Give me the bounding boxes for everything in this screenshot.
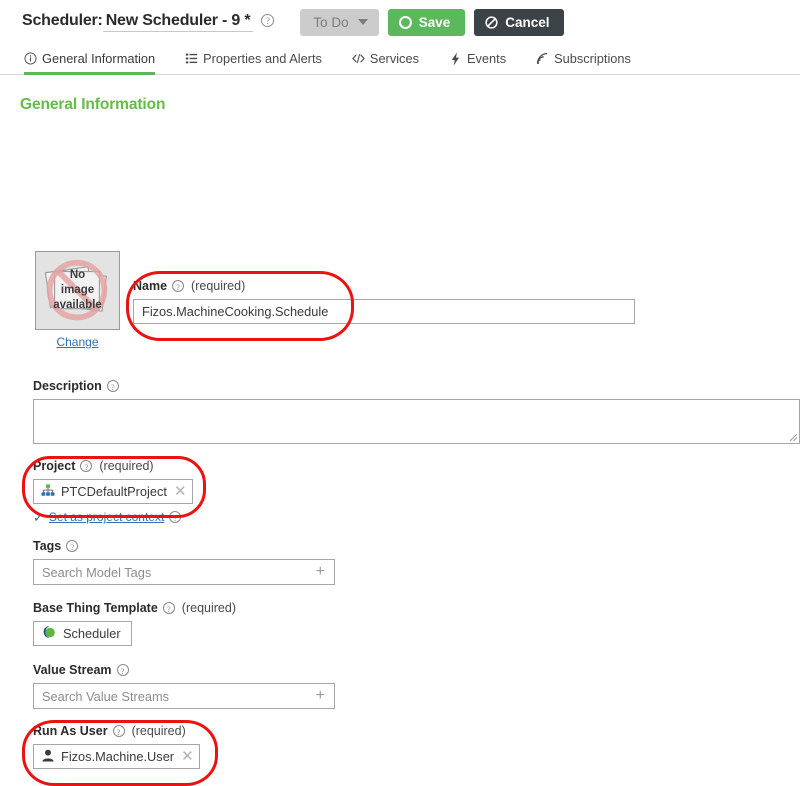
title-entity-type: Scheduler: bbox=[22, 12, 103, 29]
tab-label: Properties and Alerts bbox=[203, 51, 322, 66]
no-image-label: No image available bbox=[36, 252, 119, 329]
save-button-label: Save bbox=[418, 14, 451, 30]
remove-project-icon[interactable]: ✕ bbox=[174, 484, 187, 499]
entity-image-block: No image available Change bbox=[35, 251, 120, 349]
title-entity-name-field[interactable]: New Scheduler - 9 * bbox=[102, 12, 254, 32]
cancel-button[interactable]: Cancel bbox=[474, 8, 564, 36]
help-icon[interactable]: ? bbox=[169, 511, 182, 523]
project-chip[interactable]: PTCDefaultProject ✕ bbox=[33, 479, 193, 504]
project-chip-value: PTCDefaultProject bbox=[61, 484, 167, 499]
add-tag-icon[interactable]: + bbox=[316, 564, 325, 580]
field-project: Project ? (required) PTCDefaultProject ✕… bbox=[33, 459, 193, 524]
field-name: Name ? (required) Fizos.MachineCooking.S… bbox=[133, 279, 635, 324]
scheduler-icon bbox=[41, 625, 57, 642]
field-base-thing-template-label: Base Thing Template ? (required) bbox=[33, 601, 236, 615]
status-dropdown-button[interactable]: To Do bbox=[300, 8, 379, 36]
help-icon[interactable]: ? bbox=[116, 664, 129, 676]
status-dropdown-label: To Do bbox=[313, 14, 349, 30]
field-value-stream-label-text: Value Stream bbox=[33, 663, 112, 677]
field-run-as-user: Run As User ? (required) Fizos.Machine.U… bbox=[33, 724, 200, 769]
field-value-stream: Value Stream ? Search Value Streams + bbox=[33, 663, 335, 709]
code-icon bbox=[352, 52, 365, 65]
field-description-label-text: Description bbox=[33, 379, 102, 393]
tab-bar: General Information Properties and Alert… bbox=[0, 44, 800, 75]
help-icon[interactable]: ? bbox=[162, 602, 175, 614]
no-image-line-3: available bbox=[53, 299, 102, 311]
rss-icon bbox=[536, 52, 549, 65]
tab-label: General Information bbox=[42, 51, 156, 66]
field-project-required: (required) bbox=[99, 459, 154, 473]
tags-search-input[interactable]: Search Model Tags + bbox=[33, 559, 335, 585]
field-name-label: Name ? (required) bbox=[133, 279, 635, 293]
value-stream-search-input[interactable]: Search Value Streams + bbox=[33, 683, 335, 709]
base-thing-template-chip[interactable]: Scheduler bbox=[33, 621, 132, 646]
field-name-label-text: Name bbox=[133, 279, 168, 293]
field-base-thing-template-label-text: Base Thing Template bbox=[33, 601, 158, 615]
section-title: General Information bbox=[20, 96, 166, 113]
save-button[interactable]: Save bbox=[387, 8, 466, 36]
resize-handle-icon[interactable] bbox=[789, 433, 798, 442]
chevron-down-icon bbox=[357, 19, 368, 25]
tab-services[interactable]: Services bbox=[352, 51, 419, 74]
tab-label: Services bbox=[369, 51, 419, 66]
info-circle-icon bbox=[24, 52, 37, 65]
help-icon[interactable]: ? bbox=[80, 460, 93, 472]
ban-icon bbox=[485, 15, 498, 29]
help-icon[interactable]: ? bbox=[172, 280, 185, 292]
add-value-stream-icon[interactable]: + bbox=[316, 688, 325, 704]
field-project-label-text: Project bbox=[33, 459, 76, 473]
user-icon bbox=[41, 749, 55, 765]
tab-subscriptions[interactable]: Subscriptions bbox=[536, 51, 631, 74]
tab-label: Subscriptions bbox=[554, 51, 631, 66]
tab-properties-and-alerts[interactable]: Properties and Alerts bbox=[185, 51, 322, 74]
no-image-thumbnail: No image available bbox=[35, 251, 120, 330]
change-image-link[interactable]: Change bbox=[35, 335, 120, 349]
help-icon[interactable]: ? bbox=[66, 540, 79, 552]
header-actions: To Do Save Cancel bbox=[300, 8, 564, 36]
base-thing-template-value: Scheduler bbox=[63, 626, 121, 641]
field-description-label: Description ? bbox=[33, 379, 800, 393]
help-icon[interactable]: ? bbox=[106, 380, 119, 392]
set-project-context-link[interactable]: Set as project context bbox=[49, 510, 164, 524]
project-hierarchy-icon bbox=[41, 483, 55, 500]
field-base-thing-template: Base Thing Template ? (required) Schedul… bbox=[33, 601, 236, 646]
field-tags: Tags ? Search Model Tags + bbox=[33, 539, 335, 585]
run-as-user-value: Fizos.Machine.User bbox=[61, 749, 175, 764]
list-icon bbox=[185, 52, 198, 65]
check-icon: ✓ bbox=[33, 509, 44, 525]
general-information-panel: General Information No image available C… bbox=[0, 96, 800, 786]
circle-icon bbox=[398, 15, 412, 29]
help-icon[interactable]: ? bbox=[261, 14, 275, 27]
name-input[interactable]: Fizos.MachineCooking.Schedule bbox=[133, 299, 635, 324]
tab-events[interactable]: Events bbox=[449, 51, 506, 74]
description-textarea[interactable] bbox=[33, 399, 800, 444]
field-run-as-user-required: (required) bbox=[131, 724, 186, 738]
field-tags-label-text: Tags bbox=[33, 539, 62, 553]
name-input-value: Fizos.MachineCooking.Schedule bbox=[142, 304, 329, 319]
lightning-icon bbox=[449, 51, 462, 66]
page-title: Scheduler: New Scheduler - 9 * ? bbox=[22, 12, 275, 32]
field-project-label: Project ? (required) bbox=[33, 459, 193, 473]
field-run-as-user-label-text: Run As User bbox=[33, 724, 108, 738]
field-name-required: (required) bbox=[191, 279, 246, 293]
no-image-line-2: image bbox=[60, 284, 95, 296]
page-header: Scheduler: New Scheduler - 9 * ? To Do S… bbox=[0, 0, 800, 44]
no-image-line-1: No bbox=[69, 269, 86, 281]
field-value-stream-label: Value Stream ? bbox=[33, 663, 335, 677]
cancel-button-label: Cancel bbox=[505, 14, 550, 30]
tab-label: Events bbox=[466, 51, 507, 66]
help-icon[interactable]: ? bbox=[112, 725, 125, 737]
tags-placeholder: Search Model Tags bbox=[42, 564, 152, 580]
field-description: Description ? bbox=[33, 379, 800, 444]
remove-run-as-user-icon[interactable]: ✕ bbox=[181, 749, 194, 764]
field-base-thing-template-required: (required) bbox=[181, 601, 236, 615]
run-as-user-chip[interactable]: Fizos.Machine.User ✕ bbox=[33, 744, 200, 769]
set-project-context-row: ✓ Set as project context ? bbox=[33, 510, 193, 524]
tab-general-information[interactable]: General Information bbox=[24, 51, 156, 75]
value-stream-placeholder: Search Value Streams bbox=[42, 688, 170, 704]
field-run-as-user-label: Run As User ? (required) bbox=[33, 724, 200, 738]
field-tags-label: Tags ? bbox=[33, 539, 335, 553]
